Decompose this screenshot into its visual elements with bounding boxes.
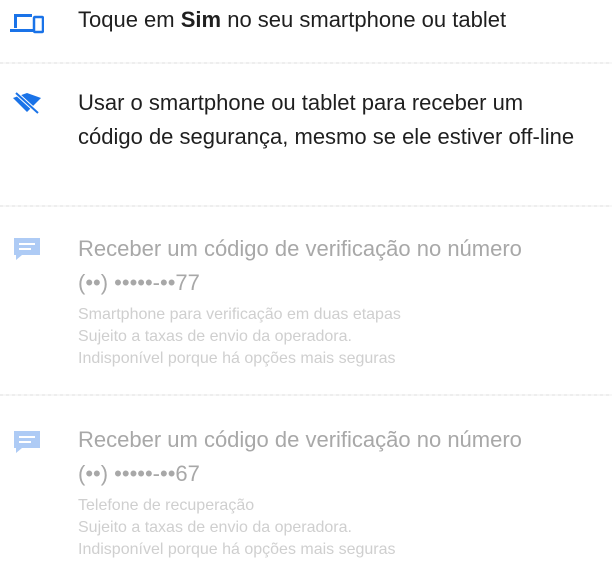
carrier-fee-note: Sujeito a taxas de envio da operadora. — [78, 328, 352, 345]
unavailable-note: Indisponível porque há opções mais segur… — [78, 350, 396, 367]
sms-icon — [10, 236, 44, 262]
masked-phone-number: (••) •••••-••77 — [78, 270, 200, 295]
option-tap-yes[interactable]: Toque em Sim no seu smartphone ou tablet — [0, 0, 612, 58]
option-sms-77: Receber um código de verificação no núme… — [0, 228, 612, 378]
sms-icon — [10, 429, 44, 455]
phone-description: Smartphone para verificação em duas etap… — [78, 306, 401, 323]
option-sms-67: Receber um código de verificação no núme… — [0, 421, 612, 561]
phone-description: Telefone de recuperação — [78, 497, 255, 514]
devices-icon — [10, 10, 45, 36]
sms-option-title: Receber um código de verificação no núme… — [78, 236, 522, 261]
carrier-fee-note: Sujeito a taxas de envio da operadora. — [78, 519, 352, 536]
divider — [0, 394, 612, 396]
unavailable-note: Indisponível porque há opções mais segur… — [78, 541, 396, 558]
option-tap-yes-label: Toque em Sim no seu smartphone ou tablet — [78, 7, 507, 32]
option-offline-code[interactable]: Usar o smartphone ou tablet para receber… — [0, 82, 612, 188]
divider — [0, 205, 612, 207]
masked-phone-number: (••) •••••-••67 — [78, 461, 200, 486]
divider — [0, 62, 612, 64]
option-offline-code-label: Usar o smartphone ou tablet para receber… — [78, 90, 575, 149]
phone-offline-icon — [10, 90, 44, 116]
sms-option-title: Receber um código de verificação no núme… — [78, 427, 522, 452]
